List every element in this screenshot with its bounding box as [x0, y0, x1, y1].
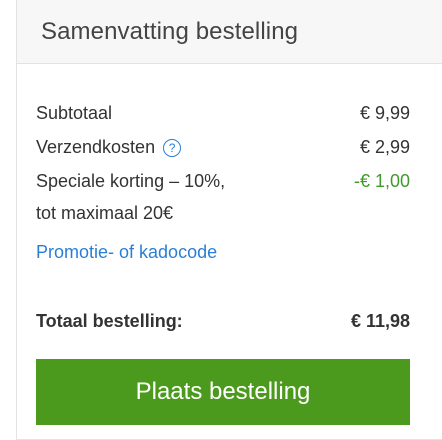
shipping-label: Verzendkosten: [36, 137, 156, 157]
total-label: Totaal bestelling:: [36, 311, 183, 331]
shipping-value: € 2,99: [359, 137, 410, 157]
discount-label-line1: Speciale korting – 10%,: [36, 171, 226, 191]
place-order-button[interactable]: Plaats bestelling: [36, 359, 410, 425]
total-value: € 11,98: [350, 311, 410, 331]
question-circle-icon[interactable]: ?: [163, 138, 182, 157]
shipping-label-group: Verzendkosten ?: [36, 137, 182, 158]
subtotal-value: € 9,99: [359, 103, 410, 123]
shipping-row: Verzendkosten ? € 2,99: [36, 137, 410, 158]
promo-code-link[interactable]: Promotie- of kadocode: [36, 242, 217, 263]
subtotal-row: Subtotaal € 9,99: [36, 103, 410, 124]
total-row: Totaal bestelling: € 11,98: [36, 311, 410, 332]
discount-value: -€ 1,00: [353, 171, 410, 191]
order-summary-title: Samenvatting bestelling: [41, 17, 299, 45]
discount-row: Speciale korting – 10%, -€ 1,00: [36, 171, 410, 192]
discount-label-line2-row: tot maximaal 20€: [36, 203, 410, 224]
order-summary-header: Samenvatting bestelling: [17, 0, 442, 64]
discount-label-line2: tot maximaal 20€: [36, 203, 174, 223]
subtotal-label: Subtotaal: [36, 103, 113, 123]
